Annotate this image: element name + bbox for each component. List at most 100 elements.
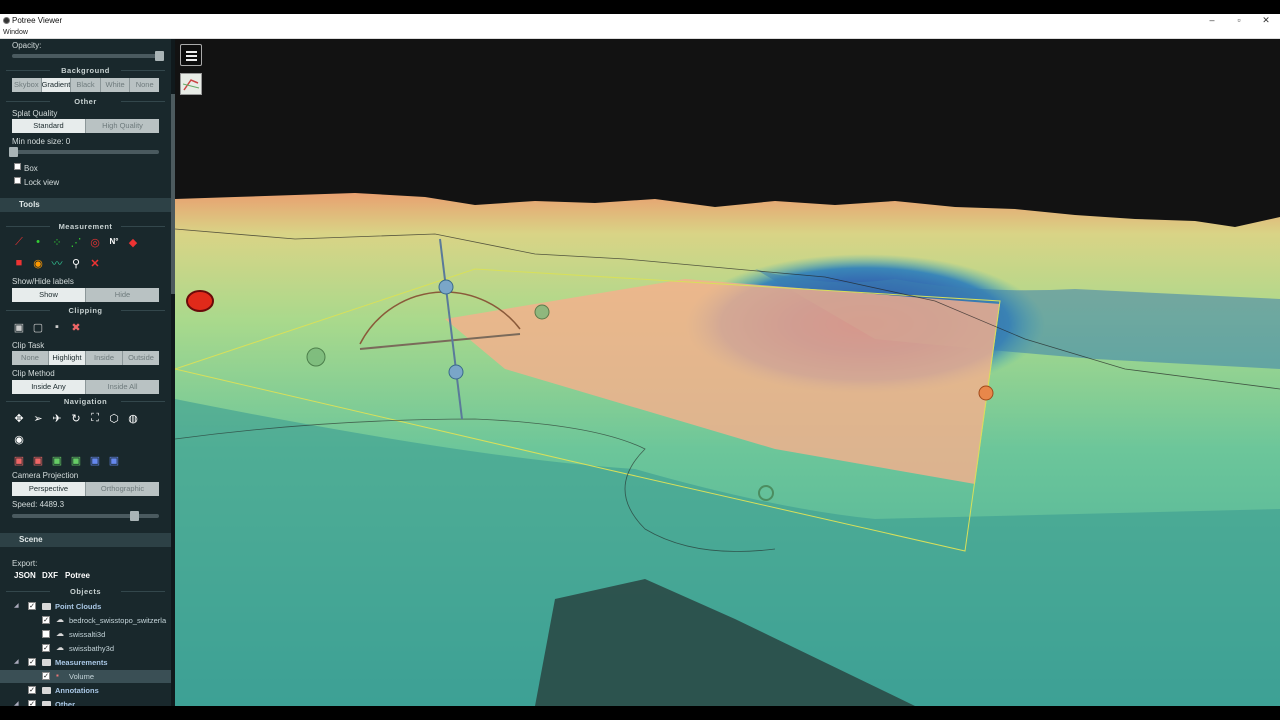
clip-task-highlight-button[interactable]: Highlight [49,351,86,365]
gizmo-handle-bottom[interactable] [448,364,464,380]
point-tool-icon[interactable]: • [31,235,45,249]
clip-task-none-button[interactable]: None [12,351,49,365]
clip-polygon-icon[interactable]: ▢ [31,320,45,334]
3d-viewport[interactable] [175,39,1280,706]
background-white-button[interactable]: White [100,78,131,92]
tree-item-volume[interactable]: ✓ ▪ Volume [0,670,171,683]
clip-inside-any-button[interactable]: Inside Any [12,380,86,394]
tree-item-bedrock-swisstopo-switzerla[interactable]: ✓ ☁ bedrock_swisstopo_switzerla [0,614,171,627]
objects-section-title: Objects [0,587,171,596]
min-node-size-handle[interactable] [9,147,18,157]
angle-tool-icon[interactable]: ⟋ [12,235,26,249]
splat-high-quality-button[interactable]: High Quality [86,119,159,133]
tree-checkbox[interactable] [42,630,50,638]
clip-box-icon[interactable]: ▪ [50,320,64,334]
remove-all-measurements-icon[interactable]: ✕ [88,256,102,270]
clip-task-inside-button[interactable]: Inside [86,351,123,365]
focus-icon[interactable]: ⛶ [88,411,102,425]
clip-task-outside-button[interactable]: Outside [123,351,159,365]
view-right-icon[interactable]: ▣ [31,453,45,467]
background-none-button[interactable]: None [130,78,159,92]
view-bottom-icon[interactable]: ▣ [107,453,121,467]
background-black-button[interactable]: Black [71,78,101,92]
volume-icon: ▪ [56,671,59,680]
azimuth-tool-icon[interactable]: N° [107,234,121,248]
scale-handle-right[interactable] [534,304,550,320]
gizmo-handle-top[interactable] [438,279,454,295]
area-tool-icon[interactable]: ◆ [126,235,140,249]
distance-tool-icon[interactable]: ⁘ [50,235,64,249]
tree-checkbox[interactable]: ✓ [28,602,36,610]
menu-window[interactable]: Window [3,29,28,36]
helicopter-controls-icon[interactable]: ✈ [50,411,64,425]
map-icon [182,79,200,91]
tree-item-measurements[interactable]: ◢ ✓ Measurements [0,656,171,669]
point-cloud-render[interactable] [175,39,1280,706]
perspective-button[interactable]: Perspective [12,482,86,496]
tree-item-point-clouds[interactable]: ◢ ✓ Point Clouds [0,600,171,613]
tree-item-swissalti3d[interactable]: ☁ swissalti3d [0,628,171,641]
view-top-icon[interactable]: ▣ [88,453,102,467]
min-node-size-slider[interactable] [9,147,159,157]
view-back-icon[interactable]: ▣ [69,453,83,467]
eye-icon[interactable]: ◉ [12,432,26,446]
background-gradient-button[interactable]: Gradient [41,78,72,92]
tools-panel-header[interactable]: Tools [0,198,171,212]
tree-checkbox[interactable]: ✓ [28,658,36,666]
show-labels-button[interactable]: Show [12,288,86,302]
tree-checkbox[interactable]: ✓ [42,644,50,652]
labels-toggle-group: Show Hide [12,288,159,302]
background-skybox-button[interactable]: Skybox [12,78,42,92]
export-dxf-link[interactable]: DXF [42,571,58,580]
splat-quality-group: Standard High Quality [12,119,159,133]
navigation-cube-icon[interactable]: ⬡ [107,411,121,425]
opacity-slider-handle[interactable] [155,51,164,61]
clip-inside-all-button[interactable]: Inside All [86,380,159,394]
speed-slider[interactable] [12,511,159,521]
tree-checkbox[interactable]: ✓ [42,616,50,624]
sphere-volume-tool-icon[interactable]: ◉ [31,256,45,270]
edge-handle-right[interactable] [978,385,994,401]
close-window-button[interactable]: ✕ [1256,15,1276,26]
point-cloud-icon: ☁ [56,615,64,624]
scale-handle-left[interactable] [306,347,326,367]
splat-standard-button[interactable]: Standard [12,119,86,133]
lock-view-label: Lock view [24,178,60,187]
lock-view-checkbox[interactable] [14,177,21,184]
orthographic-button[interactable]: Orthographic [86,482,159,496]
speed-slider-handle[interactable] [130,511,139,521]
hide-labels-button[interactable]: Hide [86,288,159,302]
export-potree-link[interactable]: Potree [65,571,90,580]
earth-controls-icon[interactable]: ✥ [12,411,26,425]
tree-item-annotations[interactable]: ✓ Annotations [0,684,171,697]
measurement-marker[interactable] [186,290,214,312]
tree-item-label: Volume [69,672,95,681]
expand-toggle-icon[interactable]: ◢ [14,602,19,609]
maximize-button[interactable]: ▫ [1229,15,1249,25]
opacity-slider[interactable] [12,51,164,61]
menu-toggle-button[interactable] [180,44,202,66]
scene-panel-header[interactable]: Scene [0,533,171,547]
box-checkbox[interactable] [14,163,21,170]
fly-controls-icon[interactable]: ➢ [31,411,45,425]
map-toggle-button[interactable] [180,73,202,95]
tree-checkbox[interactable]: ✓ [42,672,50,680]
annotation-tool-icon[interactable]: ⚲ [69,256,83,270]
profile-tool-icon[interactable]: 〰 [50,256,64,270]
tree-checkbox[interactable]: ✓ [28,686,36,694]
minimize-button[interactable]: – [1202,15,1222,25]
compass-icon[interactable]: ◍ [126,411,140,425]
view-front-icon[interactable]: ▣ [50,453,64,467]
volume-tool-icon[interactable]: ■ [12,256,26,270]
clip-volume-icon[interactable]: ▣ [12,320,26,334]
circle-tool-icon[interactable]: ◎ [88,235,102,249]
tree-item-other[interactable]: ◢ ✓ Other [0,698,171,706]
remove-clip-volumes-icon[interactable]: ✖ [69,320,83,334]
tree-item-swissbathy3d[interactable]: ✓ ☁ swissbathy3d [0,642,171,655]
height-tool-icon[interactable]: ⋰ [69,235,83,249]
view-left-icon[interactable]: ▣ [12,453,26,467]
export-json-link[interactable]: JSON [14,571,36,580]
expand-toggle-icon[interactable]: ◢ [14,658,19,665]
orbit-controls-icon[interactable]: ↻ [69,411,83,425]
tree-item-label: swissbathy3d [69,644,115,653]
